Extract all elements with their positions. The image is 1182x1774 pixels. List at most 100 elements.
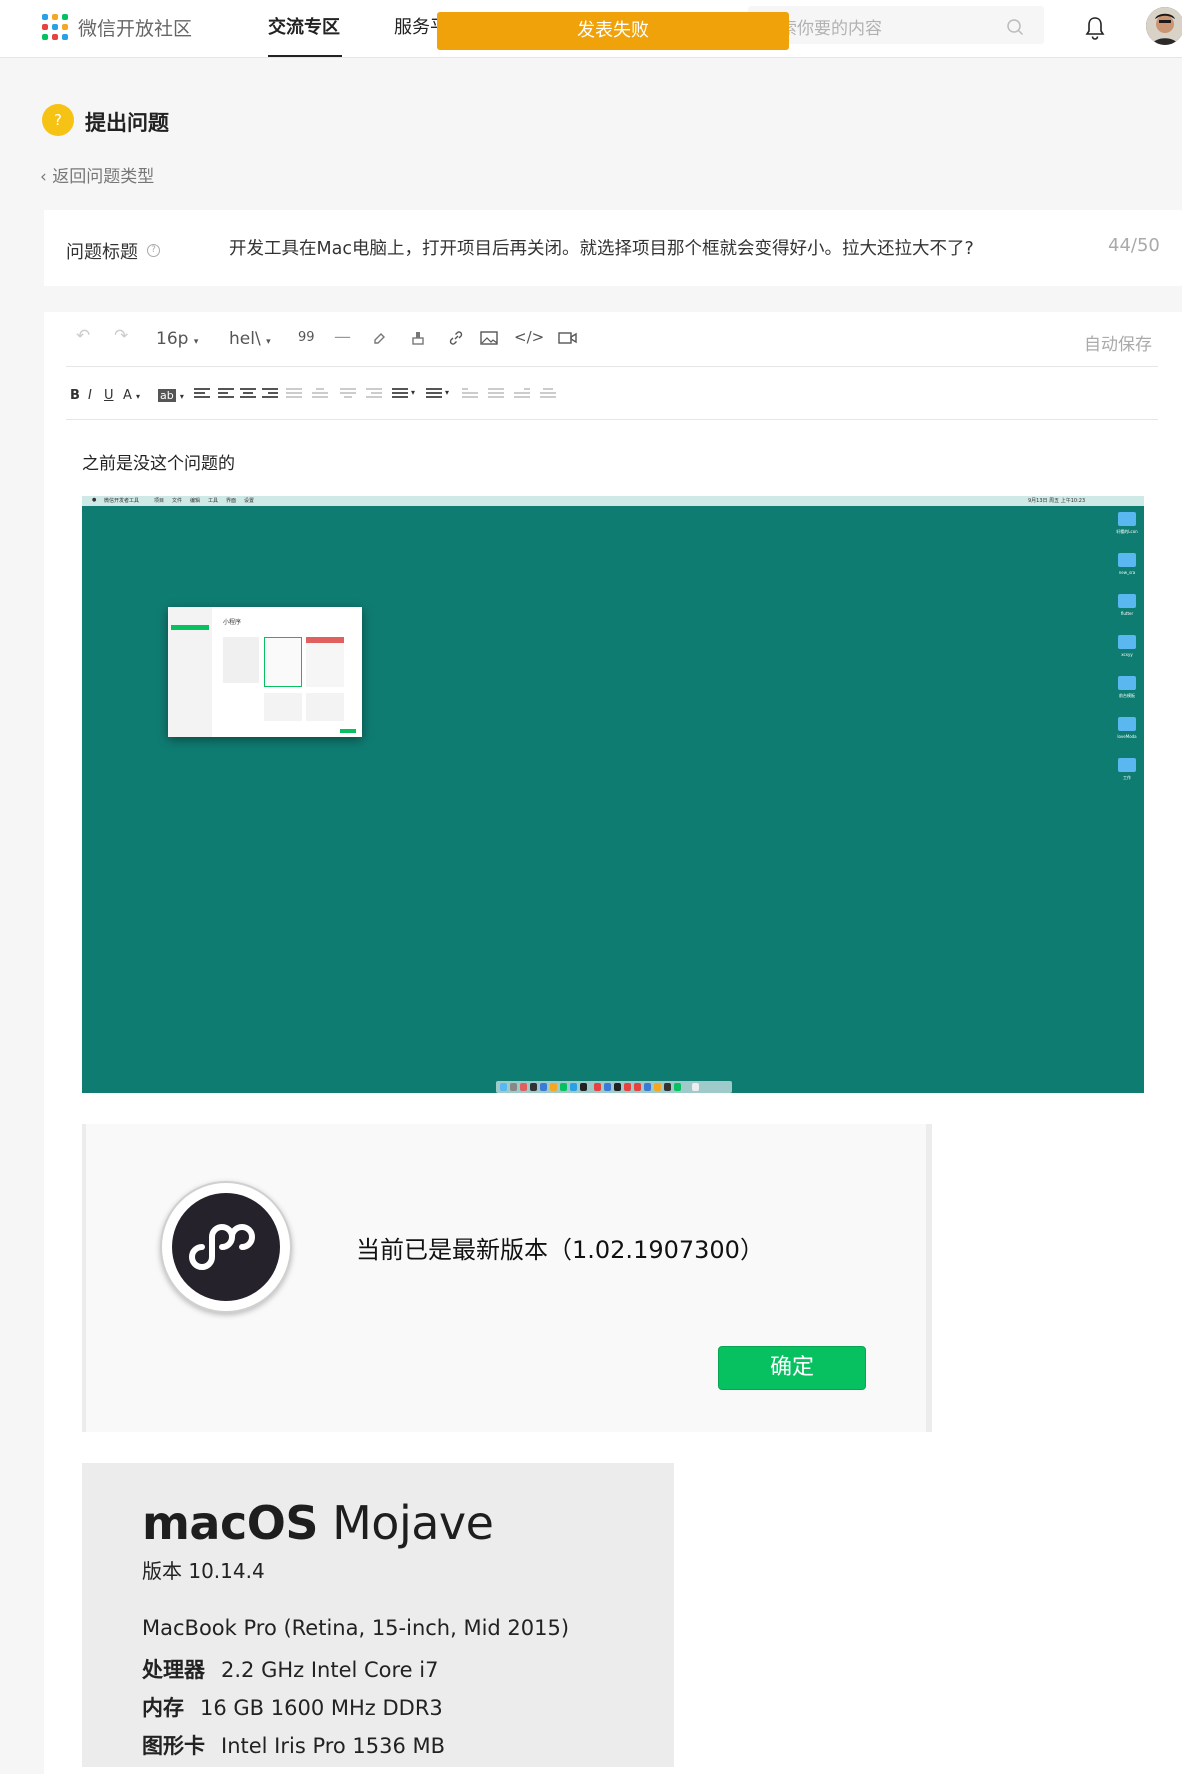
folder-label: 轩樱的Lcon	[1116, 529, 1138, 534]
folder-label: xcxyy	[1121, 652, 1133, 657]
float-center-icon[interactable]	[540, 388, 556, 402]
bold-button[interactable]: B	[70, 388, 80, 403]
format-brush-icon[interactable]	[372, 330, 388, 346]
bullet-list-dropdown-icon[interactable]: ▾	[445, 388, 449, 397]
ordered-list-icon[interactable]	[392, 388, 408, 402]
font-size-select[interactable]: 16p ▾	[156, 329, 198, 349]
back-link[interactable]: ‹ 返回问题类型	[40, 162, 154, 187]
spacing-top-icon[interactable]	[312, 388, 328, 402]
font-family-select[interactable]: hel\ ▾	[229, 329, 271, 349]
folder-icon	[1118, 594, 1136, 608]
bg-color-button[interactable]: ab ▾	[158, 388, 184, 403]
page-title: 提出问题	[85, 111, 169, 135]
desktop-screenshot: ● 微信开发者工具 项目 文件 编辑 工具 界面 设置 9月13日 周五 上午1…	[82, 496, 1144, 1093]
align-justify-icon[interactable]	[286, 388, 302, 402]
miniprogram-app-icon	[160, 1181, 292, 1313]
toolbar-divider-2	[66, 419, 1158, 420]
os-version: 版本 10.14.4	[142, 1559, 265, 1583]
os-release-name: Mojave	[332, 1496, 494, 1550]
mini-window-title: 小程序	[223, 619, 242, 626]
redo-icon[interactable]: ↷	[114, 326, 128, 346]
editor-body-text[interactable]: 之前是没这个问题的	[82, 449, 235, 474]
bell-icon[interactable]	[1084, 16, 1106, 40]
menu-item: 文件	[172, 498, 183, 504]
menu-item: 项目	[154, 498, 165, 504]
menu-item: 微信开发者工具	[104, 498, 140, 504]
search-icon[interactable]	[1006, 18, 1024, 36]
toolbar-divider	[66, 366, 1158, 367]
question-title-input[interactable]: 开发工具在Mac电脑上，打开项目后再关闭。就选择项目那个框就会变得好小。拉大还拉…	[229, 235, 974, 260]
brand-name[interactable]: 微信开放社区	[78, 14, 192, 41]
menu-item: 界面	[226, 498, 237, 504]
folder-label: flutter	[1120, 611, 1134, 616]
tab-active-underline	[268, 55, 342, 57]
font-size-value: 16p	[156, 329, 189, 349]
char-count: 44/50	[1108, 235, 1160, 256]
folder-label: 工作	[1123, 775, 1131, 780]
menu-item: 设置	[244, 498, 255, 504]
line-height-icon[interactable]	[366, 388, 382, 402]
indent-icon[interactable]	[194, 388, 210, 402]
float-none-icon[interactable]	[488, 388, 504, 402]
folder-label: new_sra	[1118, 570, 1136, 575]
back-link-label: 返回问题类型	[52, 167, 155, 187]
confirm-button[interactable]: 确定	[718, 1346, 866, 1390]
code-icon[interactable]: </>	[514, 328, 544, 346]
align-left-icon[interactable]	[218, 388, 234, 402]
image-icon[interactable]	[480, 330, 498, 346]
menu-item: 工具	[208, 498, 219, 504]
align-center-icon[interactable]	[240, 388, 256, 402]
spec-value: 16 GB 1600 MHz DDR3	[200, 1696, 443, 1720]
menu-item: 编辑	[190, 498, 201, 504]
post-failed-toast: 发表失败	[437, 12, 789, 50]
spec-value: 2.2 GHz Intel Core i7	[221, 1658, 439, 1682]
update-message: 当前已是最新版本（1.02.1907300）	[356, 1236, 764, 1264]
float-left-icon[interactable]	[462, 388, 478, 402]
font-color-label: A	[123, 388, 132, 403]
help-icon[interactable]: ?	[147, 244, 160, 257]
align-right-icon[interactable]	[262, 388, 278, 402]
chevron-left-icon: ‹	[40, 167, 53, 187]
bullet-list-icon[interactable]	[426, 388, 442, 402]
folder-icon	[1118, 717, 1136, 731]
link-icon[interactable]	[448, 330, 464, 346]
clear-format-icon[interactable]	[410, 330, 426, 346]
undo-icon[interactable]: ↶	[76, 326, 90, 346]
miniprogram-logo-icon	[189, 1224, 255, 1270]
video-icon[interactable]	[558, 330, 578, 346]
search-placeholder: 索你要的内容	[780, 19, 882, 39]
horizontal-rule-button[interactable]: —	[334, 327, 351, 347]
quote-button[interactable]: 99	[298, 330, 315, 345]
question-title-label: 问题标题	[66, 242, 138, 263]
folder-icon	[1118, 635, 1136, 649]
mac-menubar: ● 微信开发者工具 项目 文件 编辑 工具 界面 设置 9月13日 周五 上午1…	[82, 496, 1144, 506]
underline-button[interactable]: U	[104, 388, 114, 403]
spec-label: 图形卡	[142, 1734, 205, 1758]
ordered-list-dropdown-icon[interactable]: ▾	[411, 388, 415, 397]
spacing-bottom-icon[interactable]	[340, 388, 356, 402]
font-color-button[interactable]: A ▾	[123, 388, 140, 403]
autosave-status: 自动保存	[1084, 335, 1152, 355]
italic-button[interactable]: I	[88, 388, 92, 403]
project-selector-window: 小程序	[168, 607, 362, 737]
spec-graphics: 图形卡 Intel Iris Pro 1536 MB	[142, 1730, 445, 1760]
question-icon: ?	[42, 104, 74, 136]
spec-value: Intel Iris Pro 1536 MB	[221, 1734, 446, 1758]
tab-community[interactable]: 交流专区	[268, 13, 340, 39]
spec-label: 内存	[142, 1696, 184, 1720]
mac-dock	[496, 1081, 732, 1093]
spec-processor: 处理器 2.2 GHz Intel Core i7	[142, 1654, 438, 1684]
menubar-clock: 9月13日 周五 上午10:23	[1028, 498, 1086, 504]
os-name: macOS Mojave	[142, 1496, 494, 1550]
mac-model: MacBook Pro (Retina, 15-inch, Mid 2015)	[142, 1616, 570, 1640]
spec-memory: 内存 16 GB 1600 MHz DDR3	[142, 1692, 443, 1722]
bg-color-label: ab	[158, 389, 176, 402]
folder-icon	[1118, 758, 1136, 772]
wechat-logo-icon[interactable]	[42, 14, 68, 40]
folder-icon	[1118, 676, 1136, 690]
spec-label: 处理器	[142, 1658, 205, 1682]
user-avatar[interactable]	[1146, 7, 1182, 45]
folder-label: loveModa	[1117, 734, 1137, 739]
font-family-value: hel\	[229, 329, 261, 349]
float-right-icon[interactable]	[514, 388, 530, 402]
